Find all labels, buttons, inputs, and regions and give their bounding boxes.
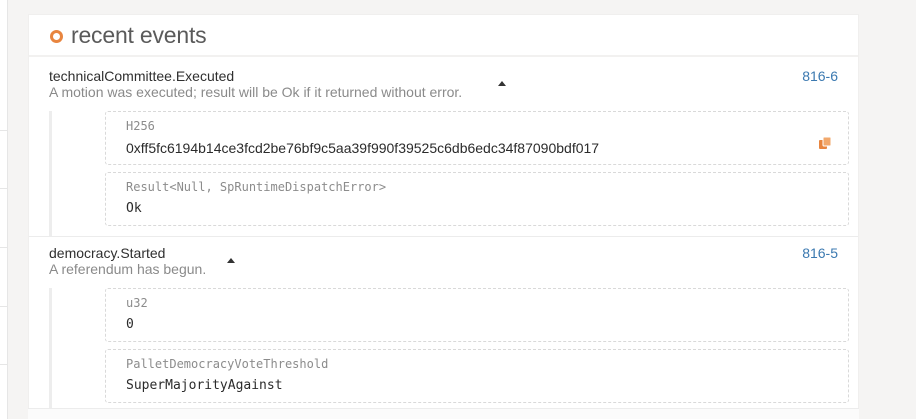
param-field: Result<Null, SpRuntimeDispatchError> Ok [105, 172, 849, 226]
divider [0, 306, 8, 307]
event-params: H256 0xff5fc6194b14ce3fcd2be76bf9c5aa39f… [49, 111, 849, 236]
event-item: technicalCommittee.Executed A motion was… [29, 57, 858, 236]
collapse-caret-icon[interactable] [498, 81, 506, 86]
param-value[interactable]: SuperMajorityAgainst [126, 378, 828, 394]
param-field: u32 0 [105, 288, 849, 342]
collapse-caret-icon[interactable] [227, 258, 235, 263]
recent-events-panel: recent events technicalCommittee.Execute… [28, 14, 859, 419]
param-field: H256 0xff5fc6194b14ce3fcd2be76bf9c5aa39f… [105, 111, 849, 165]
event-description: A motion was executed; result will be Ok… [49, 84, 463, 100]
event-header[interactable]: technicalCommittee.Executed A motion was… [49, 68, 848, 101]
event-item: democracy.Started A referendum has begun… [29, 236, 858, 413]
param-type: Result<Null, SpRuntimeDispatchError> [126, 180, 387, 194]
event-name: democracy.Started [49, 245, 166, 261]
divider [0, 188, 8, 189]
param-value[interactable]: 0xff5fc6194b14ce3fcd2be76bf9c5aa39f990f3… [126, 140, 828, 156]
block-link[interactable]: 816-6 [802, 68, 838, 84]
event-params: u32 0 PalletDemocracyVoteThreshold Super… [49, 288, 849, 413]
next-event-edge [28, 408, 859, 419]
sidebar-edge [0, 0, 8, 419]
panel-header: recent events [29, 15, 858, 57]
param-type: u32 [126, 296, 148, 310]
divider [0, 364, 8, 365]
param-type: H256 [126, 119, 155, 133]
param-value[interactable]: Ok [126, 201, 828, 217]
event-name: technicalCommittee.Executed [49, 68, 235, 84]
param-type: PalletDemocracyVoteThreshold [126, 357, 329, 371]
event-description: A referendum has begun. [49, 261, 207, 277]
divider [0, 247, 8, 248]
block-link[interactable]: 816-5 [802, 245, 838, 261]
param-value[interactable]: 0 [126, 317, 828, 333]
event-header[interactable]: democracy.Started A referendum has begun… [49, 245, 848, 278]
copy-icon[interactable] [818, 136, 832, 150]
param-field: PalletDemocracyVoteThreshold SuperMajori… [105, 349, 849, 403]
status-dot-icon [50, 30, 63, 43]
divider [0, 130, 8, 131]
panel-title: recent events [71, 21, 207, 48]
